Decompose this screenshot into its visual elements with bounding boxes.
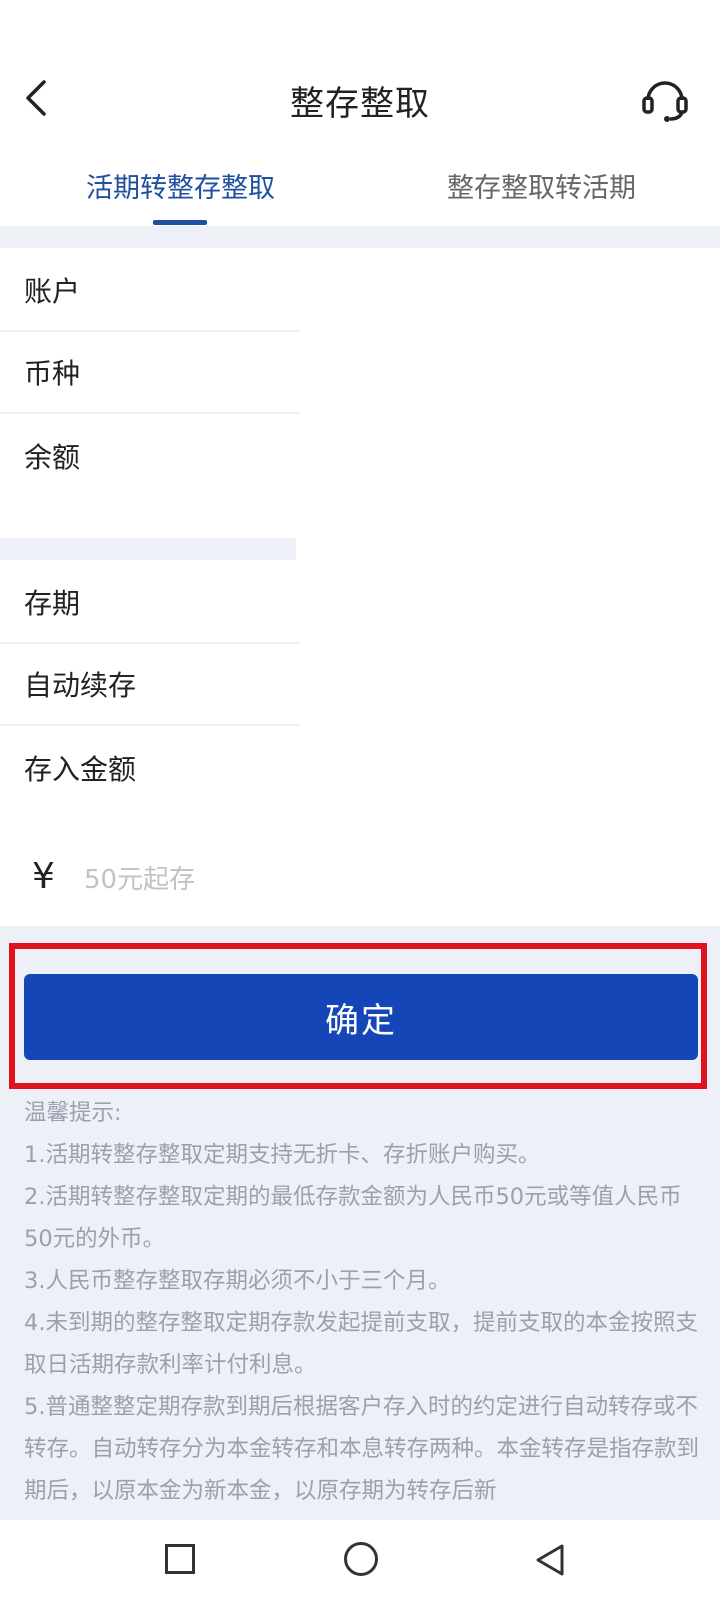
term-row[interactable]: 存期	[0, 560, 300, 644]
account-label: 账户	[24, 275, 81, 308]
deposit-amount-row: 存入金额	[0, 726, 300, 810]
tab-demand-to-fixed[interactable]: 活期转整存整取	[86, 166, 275, 205]
system-nav-bar	[0, 1520, 720, 1600]
auto-renew-row[interactable]: 自动续存	[0, 642, 300, 726]
deposit-amount-label: 存入金额	[24, 753, 137, 786]
recents-square-icon[interactable]	[165, 1544, 195, 1574]
tab-bar: 活期转整存整取 整存整取转活期	[0, 160, 720, 226]
amount-input[interactable]	[84, 860, 484, 900]
section-divider	[0, 226, 720, 248]
page-title: 整存整取	[290, 84, 430, 124]
tip-item: 2.活期转整存整取定期的最低存款金额为人民币50元或等值人民币50元的外币。	[24, 1184, 682, 1252]
deposit-section: 存期 自动续存 存入金额	[0, 560, 720, 830]
tips-section: 温馨提示: 1.活期转整存整取定期支持无折卡、存折账户购买。 2.活期转整存整取…	[24, 1092, 704, 1512]
account-section: 账户 币种 余额	[0, 248, 720, 538]
currency-symbol: ¥	[32, 856, 55, 897]
auto-renew-label: 自动续存	[24, 669, 137, 702]
tip-item: 4.未到期的整存整取定期存款发起提前支取，提前支取的本金按照支取日活期存款利率计…	[24, 1310, 698, 1378]
tip-item: 1.活期转整存整取定期支持无折卡、存折账户购买。	[24, 1142, 541, 1168]
confirm-button[interactable]: 确定	[24, 974, 698, 1060]
account-row[interactable]: 账户	[0, 248, 300, 332]
home-circle-icon[interactable]	[344, 1542, 378, 1576]
balance-label: 余额	[24, 441, 81, 474]
tip-item: 3.人民币整存整取存期必须不小于三个月。	[24, 1268, 451, 1294]
currency-label: 币种	[24, 357, 81, 390]
balance-row: 余额	[0, 414, 300, 498]
term-label: 存期	[24, 587, 81, 620]
tab-fixed-to-demand[interactable]: 整存整取转活期	[447, 166, 636, 205]
tip-item: 5.普通整整定期存款到期后根据客户存入时的约定进行自动转存或不转存。自动转存分为…	[24, 1394, 700, 1504]
top-bar: 整存整取	[0, 0, 720, 160]
headset-icon[interactable]	[640, 74, 690, 124]
active-tab-indicator	[153, 220, 207, 225]
amount-field: ¥	[0, 830, 720, 926]
currency-row[interactable]: 币种	[0, 330, 300, 414]
back-triangle-icon[interactable]	[530, 1540, 570, 1580]
tips-heading: 温馨提示:	[24, 1100, 122, 1126]
section-divider	[0, 538, 296, 560]
